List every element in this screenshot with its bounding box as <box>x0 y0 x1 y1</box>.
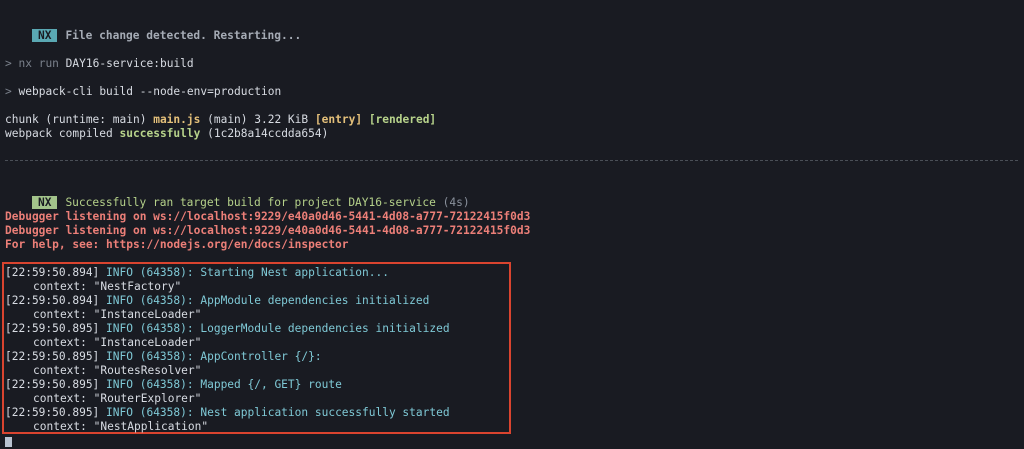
debugger-help-line: For help, see: https://nodejs.org/en/doc… <box>5 238 349 251</box>
restart-notice: NX File change detected. Restarting... <box>5 15 301 42</box>
log-context: context: "NestApplication" <box>33 420 209 433</box>
success-duration: (4s) <box>442 196 470 209</box>
log-line: [22:59:50.894] INFO (64358): Starting Ne… <box>5 266 389 280</box>
compile-status: successfully <box>119 127 201 140</box>
nx-run-cmd: nx run <box>18 57 59 70</box>
log-message: AppModule dependencies initialized <box>200 294 430 307</box>
prompt-icon: > <box>5 57 12 70</box>
webpack-command: > webpack-cli build --node-env=productio… <box>5 85 281 99</box>
log-time: [22:59:50.894] <box>5 266 100 279</box>
log-message: LoggerModule dependencies initialized <box>200 322 450 335</box>
log-message: Starting Nest application... <box>200 266 389 279</box>
nx-badge: NX <box>31 29 58 42</box>
nx-run-target: DAY16-service:build <box>65 57 194 70</box>
log-time: [22:59:50.895] <box>5 322 100 335</box>
log-level: INFO (64358): <box>106 406 194 419</box>
webpack-cmd: webpack-cli build --node-env=production <box>18 85 282 98</box>
log-level: INFO (64358): <box>106 350 194 363</box>
terminal-window[interactable]: NX File change detected. Restarting... > … <box>0 0 1024 449</box>
compile-line: webpack compiled successfully (1c2b8a14c… <box>5 127 328 141</box>
log-time: [22:59:50.895] <box>5 406 100 419</box>
log-time: [22:59:50.895] <box>5 378 100 391</box>
log-line: [22:59:50.894] INFO (64358): AppModule d… <box>5 294 429 308</box>
nx-run-command: > nx run DAY16-service:build <box>5 57 194 71</box>
log-level: INFO (64358): <box>106 322 194 335</box>
log-context: context: "InstanceLoader" <box>33 308 202 321</box>
log-context: context: "InstanceLoader" <box>33 336 202 349</box>
success-notice: NX Successfully ran target build for proj… <box>5 182 470 209</box>
log-time: [22:59:50.894] <box>5 294 100 307</box>
debugger-line: Debugger listening on ws://localhost:922… <box>5 224 531 237</box>
section-divider <box>5 160 1018 161</box>
log-context: context: "NestFactory" <box>33 280 182 293</box>
compile-hash: (1c2b8a14ccdda654) <box>207 127 329 140</box>
chunk-entry-tag: [entry] <box>314 113 363 126</box>
chunk-file: main.js <box>153 113 201 126</box>
log-time: [22:59:50.895] <box>5 350 100 363</box>
nx-badge: NX <box>31 196 58 209</box>
log-context: context: "RouterExplorer" <box>33 392 202 405</box>
log-line: [22:59:50.895] INFO (64358): LoggerModul… <box>5 322 450 336</box>
log-context: context: "RoutesResolver" <box>33 364 202 377</box>
log-line: [22:59:50.895] INFO (64358): Mapped {/, … <box>5 378 342 392</box>
log-message: Nest application successfully started <box>200 406 450 419</box>
chunk-prefix: chunk (runtime: main) <box>5 113 147 126</box>
compile-prefix: webpack compiled <box>5 127 113 140</box>
log-message: Mapped {/, GET} route <box>200 378 342 391</box>
log-level: INFO (64358): <box>106 378 194 391</box>
log-message: AppController {/}: <box>200 350 322 363</box>
log-level: INFO (64358): <box>106 266 194 279</box>
chunk-line: chunk (runtime: main) main.js (main) 3.2… <box>5 113 436 127</box>
success-notice-text: Successfully ran target build for projec… <box>65 196 436 209</box>
restart-notice-text: File change detected. Restarting... <box>65 29 302 42</box>
prompt-icon: > <box>5 85 12 98</box>
chunk-rendered-tag: [rendered] <box>368 113 437 126</box>
chunk-size: (main) 3.22 KiB <box>207 113 309 126</box>
log-line: [22:59:50.895] INFO (64358): Nest applic… <box>5 406 450 420</box>
terminal-cursor[interactable] <box>5 437 12 447</box>
log-line: [22:59:50.895] INFO (64358): AppControll… <box>5 350 322 364</box>
log-level: INFO (64358): <box>106 294 194 307</box>
debugger-line: Debugger listening on ws://localhost:922… <box>5 210 531 223</box>
